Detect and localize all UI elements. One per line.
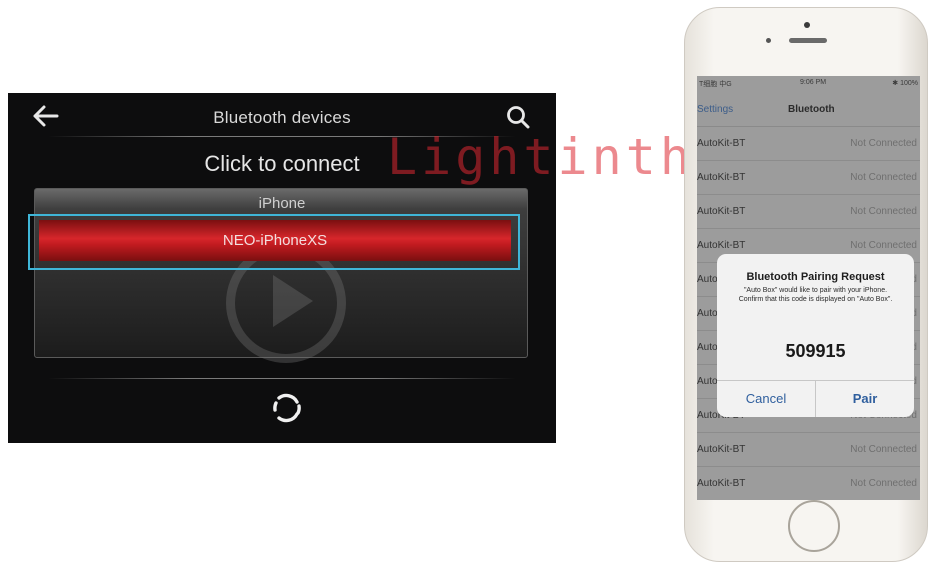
alert-title: Bluetooth Pairing Request [746,271,885,283]
page-title: Bluetooth devices [213,108,351,127]
search-icon[interactable] [504,103,532,131]
device-name: AutoKit-BT [697,478,746,489]
status-time: 9:06 PM [800,79,827,86]
connection-status: Not Connected [850,240,917,251]
device-group-label: iPhone [258,195,306,212]
battery-label: ✱ 100% [892,80,918,87]
speaker-grille [789,38,827,43]
cancel-button[interactable]: Cancel [717,380,815,417]
refresh-icon[interactable] [270,391,304,425]
device-row[interactable]: AutoKit-BT Not Connected [697,161,920,195]
iphone-screen: T细胞 中G 9:06 PM ✱ 100% Settings Bluetooth… [697,76,920,500]
camera-icon [804,22,810,28]
sensor-dot [766,38,771,43]
device-name: AutoKit-BT [697,444,746,455]
device-name: AutoKit-BT [697,206,746,217]
selected-highlight: NEO-iPhoneXS [39,220,511,261]
navigation-bar: Settings Bluetooth [697,90,920,127]
pairing-code: 509915 [785,341,846,361]
device-name: AutoKit-BT [697,138,746,149]
connection-status: Not Connected [850,478,917,489]
connection-status: Not Connected [850,444,917,455]
home-button[interactable] [788,500,840,552]
device-row[interactable]: AutoKit-BT Not Connected [697,127,920,161]
connection-status: Not Connected [850,172,917,183]
play-triangle-icon [273,275,313,327]
alert-message: "Auto Box" would like to pair with your … [738,287,893,303]
carrier-label: T细胞 中G [699,81,732,88]
settings-back-link[interactable]: Settings [697,104,733,115]
device-item-label: NEO-iPhoneXS [222,232,328,249]
bluetooth-title: Bluetooth [788,104,835,115]
device-row[interactable]: AutoKit-BT Not Connected [697,433,920,467]
device-name: AutoKit-BT [697,240,746,251]
connection-status: Not Connected [850,138,917,149]
status-bar: T细胞 中G 9:06 PM ✱ 100% [697,76,920,90]
device-item-selected[interactable]: NEO-iPhoneXS [28,214,520,270]
pair-button[interactable]: Pair [816,380,914,417]
connection-status: Not Connected [850,206,917,217]
pairing-alert: Bluetooth Pairing Request "Auto Box" wou… [717,254,914,417]
footer-divider [48,378,516,379]
device-name: AutoKit-BT [697,172,746,183]
device-row[interactable]: AutoKit-BT Not Connected [697,467,920,500]
device-row[interactable]: AutoKit-BT Not Connected [697,195,920,229]
